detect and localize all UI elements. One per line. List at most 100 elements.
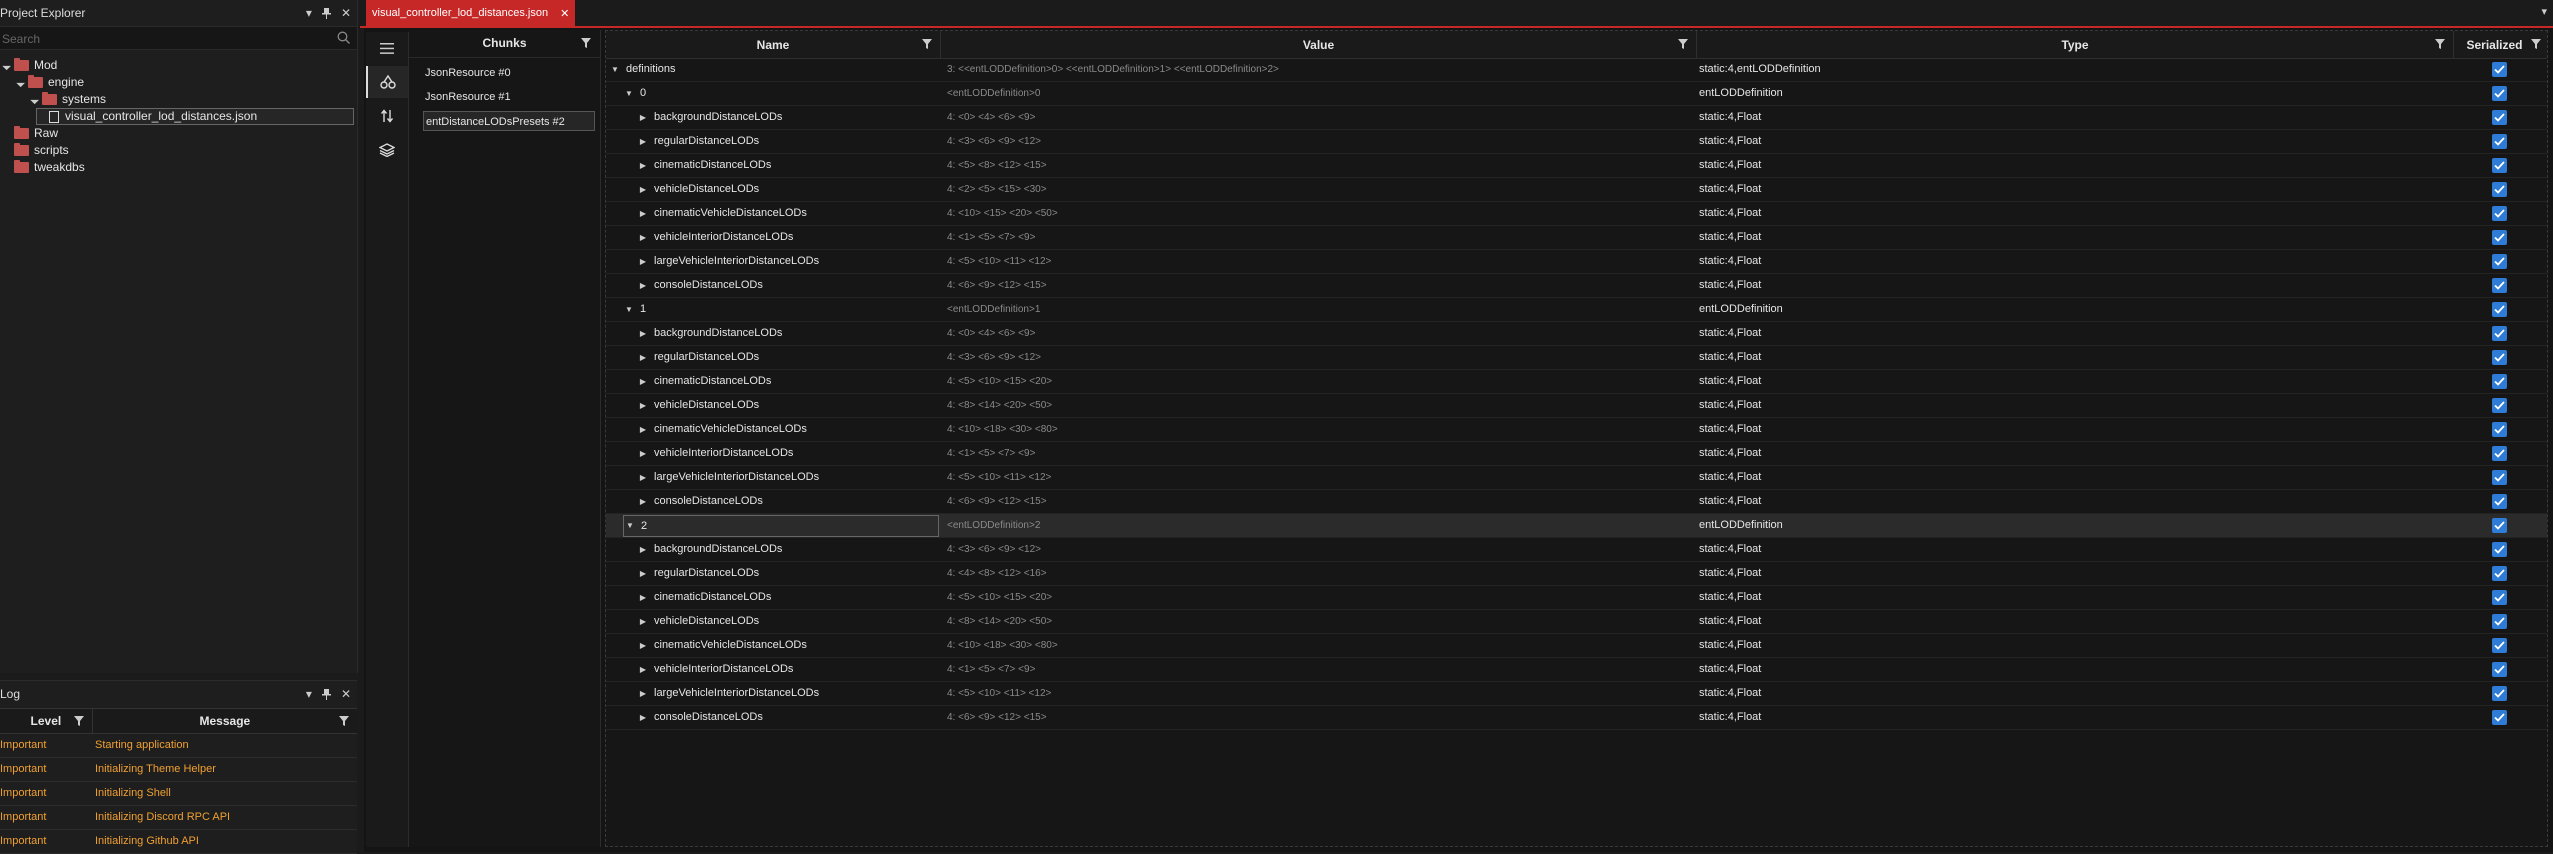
grid-value-cell[interactable]: <entLODDefinition>0 <box>947 82 1040 105</box>
grid-value-cell[interactable]: 4: <1> <5> <7> <9> <box>947 226 1035 249</box>
grid-row[interactable]: ▼ 1 <entLODDefinition>1 entLODDefinition <box>606 298 2547 322</box>
grid-row[interactable]: ▶ cinematicDistanceLODs 4: <5> <10> <15> <… <box>606 586 2547 610</box>
grid-row[interactable]: ▶ backgroundDistanceLODs 4: <0> <4> <6> <9… <box>606 106 2547 130</box>
grid-value-cell[interactable]: 4: <8> <14> <20> <50> <box>947 394 1052 417</box>
grid-row[interactable]: ▼ 0 <entLODDefinition>0 entLODDefinition <box>606 82 2547 106</box>
grid-value-cell[interactable]: 4: <1> <5> <7> <9> <box>947 442 1035 465</box>
caret-right-icon[interactable]: ▶ <box>637 178 649 201</box>
grid-row[interactable]: ▶ cinematicVehicleDistanceLODs 4: <10> <15… <box>606 202 2547 226</box>
document-tab[interactable]: visual_controller_lod_distances.json ✕ <box>366 0 576 26</box>
filter-icon[interactable] <box>922 39 932 49</box>
close-icon[interactable]: ✕ <box>341 681 351 707</box>
grid-row[interactable]: ▶ consoleDistanceLODs 4: <6> <9> <12> <15>… <box>606 706 2547 730</box>
serialized-checkbox[interactable] <box>2492 302 2507 317</box>
grid-row[interactable]: ▶ largeVehicleInteriorDistanceLODs 4: <5> … <box>606 250 2547 274</box>
caret-right-icon[interactable]: ▶ <box>637 130 649 153</box>
serialized-checkbox[interactable] <box>2492 134 2507 149</box>
chunk-item[interactable]: JsonResource #0 <box>425 63 511 83</box>
caret-right-icon[interactable]: ▶ <box>637 226 649 249</box>
serialized-checkbox[interactable] <box>2492 230 2507 245</box>
grid-value-cell[interactable]: 4: <10> <15> <20> <50> <box>947 202 1058 225</box>
serialized-checkbox[interactable] <box>2492 638 2507 653</box>
pin-icon[interactable] <box>321 7 331 19</box>
serialized-checkbox[interactable] <box>2492 614 2507 629</box>
tree-folder-item[interactable]: tweakdbs <box>2 159 85 176</box>
log-col-level[interactable]: Level <box>0 709 93 733</box>
serialized-checkbox[interactable] <box>2492 374 2507 389</box>
log-row[interactable]: Important Initializing Discord RPC API <box>0 805 357 830</box>
project-search-box[interactable] <box>0 26 357 51</box>
serialized-checkbox[interactable] <box>2492 710 2507 725</box>
caret-right-icon[interactable]: ▶ <box>637 658 649 681</box>
grid-row[interactable]: ▶ consoleDistanceLODs 4: <6> <9> <12> <15>… <box>606 490 2547 514</box>
chunk-item[interactable]: JsonResource #1 <box>425 87 511 107</box>
grid-value-cell[interactable]: 4: <5> <10> <11> <12> <box>947 466 1051 489</box>
grid-value-cell[interactable]: 3: <<entLODDefinition>0> <<entLODDefinit… <box>947 58 1279 81</box>
grid-row[interactable]: ▶ cinematicDistanceLODs 4: <5> <10> <15> <… <box>606 370 2547 394</box>
search-input[interactable] <box>0 27 304 51</box>
grid-row[interactable]: ▶ consoleDistanceLODs 4: <6> <9> <12> <15>… <box>606 274 2547 298</box>
log-row[interactable]: Important Initializing Theme Helper <box>0 757 357 782</box>
grid-value-cell[interactable]: 4: <3> <6> <9> <12> <box>947 130 1041 153</box>
grid-value-cell[interactable]: <entLODDefinition>2 <box>947 514 1040 537</box>
grid-value-cell[interactable]: 4: <0> <4> <6> <9> <box>947 322 1035 345</box>
grid-value-cell[interactable]: 4: <5> <10> <15> <20> <box>947 586 1052 609</box>
caret-right-icon[interactable]: ▶ <box>637 154 649 177</box>
caret-right-icon[interactable]: ▶ <box>637 538 649 561</box>
grid-row[interactable]: ▶ vehicleDistanceLODs 4: <2> <5> <15> <30>… <box>606 178 2547 202</box>
serialized-checkbox[interactable] <box>2492 422 2507 437</box>
filter-icon[interactable] <box>2531 39 2541 49</box>
grid-value-cell[interactable]: 4: <5> <8> <12> <15> <box>947 154 1047 177</box>
chevron-down-icon[interactable]: ▾ <box>306 681 312 707</box>
grid-value-cell[interactable]: 4: <10> <18> <30> <80> <box>947 418 1058 441</box>
caret-right-icon[interactable]: ▶ <box>637 202 649 225</box>
log-row[interactable]: Important Starting application <box>0 733 357 758</box>
close-icon[interactable]: ✕ <box>341 0 351 26</box>
log-row[interactable]: Important Initializing Github API <box>0 829 357 854</box>
filter-icon[interactable] <box>73 716 84 726</box>
grid-value-cell[interactable]: 4: <1> <5> <7> <9> <box>947 658 1035 681</box>
tree-folder-item[interactable]: scripts <box>2 142 69 159</box>
grid-value-cell[interactable]: 4: <4> <8> <12> <16> <box>947 562 1047 585</box>
grid-row[interactable]: ▶ regularDistanceLODs 4: <3> <6> <9> <12> s… <box>606 346 2547 370</box>
serialized-checkbox[interactable] <box>2492 62 2507 77</box>
grid-col-type[interactable]: Type <box>1697 31 2454 58</box>
caret-right-icon[interactable]: ▶ <box>637 274 649 297</box>
caret-right-icon[interactable]: ▶ <box>637 106 649 129</box>
serialized-checkbox[interactable] <box>2492 590 2507 605</box>
serialized-checkbox[interactable] <box>2492 470 2507 485</box>
caret-right-icon[interactable]: ▶ <box>637 394 649 417</box>
filter-icon[interactable] <box>1678 39 1688 49</box>
caret-right-icon[interactable]: ▶ <box>637 682 649 705</box>
caret-right-icon[interactable]: ▶ <box>637 250 649 273</box>
grid-row[interactable]: ▶ cinematicVehicleDistanceLODs 4: <10> <18… <box>606 418 2547 442</box>
layers-button[interactable] <box>366 134 408 166</box>
grid-col-name[interactable]: Name <box>606 31 941 58</box>
serialized-checkbox[interactable] <box>2492 206 2507 221</box>
grid-row[interactable]: ▶ vehicleDistanceLODs 4: <8> <14> <20> <50… <box>606 610 2547 634</box>
caret-right-icon[interactable]: ▶ <box>637 706 649 729</box>
grid-row[interactable]: ▶ backgroundDistanceLODs 4: <3> <6> <9> <1… <box>606 538 2547 562</box>
serialized-checkbox[interactable] <box>2492 446 2507 461</box>
grid-row[interactable]: ▶ regularDistanceLODs 4: <3> <6> <9> <12> s… <box>606 130 2547 154</box>
caret-right-icon[interactable]: ▶ <box>637 370 649 393</box>
serialized-checkbox[interactable] <box>2492 398 2507 413</box>
grid-value-cell[interactable]: 4: <5> <10> <11> <12> <box>947 682 1051 705</box>
grid-row[interactable]: ▶ largeVehicleInteriorDistanceLODs 4: <5> … <box>606 466 2547 490</box>
grid-value-cell[interactable]: 4: <8> <14> <20> <50> <box>947 610 1052 633</box>
caret-right-icon[interactable]: ▶ <box>637 562 649 585</box>
search-icon[interactable] <box>337 31 350 44</box>
serialized-checkbox[interactable] <box>2492 110 2507 125</box>
grid-row[interactable]: ▶ cinematicVehicleDistanceLODs 4: <10> <18… <box>606 634 2547 658</box>
grid-value-cell[interactable]: 4: <6> <9> <12> <15> <box>947 274 1047 297</box>
serialized-checkbox[interactable] <box>2492 494 2507 509</box>
grid-value-cell[interactable]: 4: <3> <6> <9> <12> <box>947 538 1041 561</box>
serialized-checkbox[interactable] <box>2492 350 2507 365</box>
grid-row[interactable]: ▶ vehicleDistanceLODs 4: <8> <14> <20> <50… <box>606 394 2547 418</box>
caret-right-icon[interactable]: ▶ <box>637 610 649 633</box>
caret-down-icon[interactable]: ▼ <box>609 58 621 81</box>
grid-row[interactable]: ▼ 2 <entLODDefinition>2 entLODDefinition <box>606 514 2547 538</box>
serialized-checkbox[interactable] <box>2492 86 2507 101</box>
caret-right-icon[interactable]: ▶ <box>637 466 649 489</box>
caret-right-icon[interactable]: ▶ <box>637 490 649 513</box>
